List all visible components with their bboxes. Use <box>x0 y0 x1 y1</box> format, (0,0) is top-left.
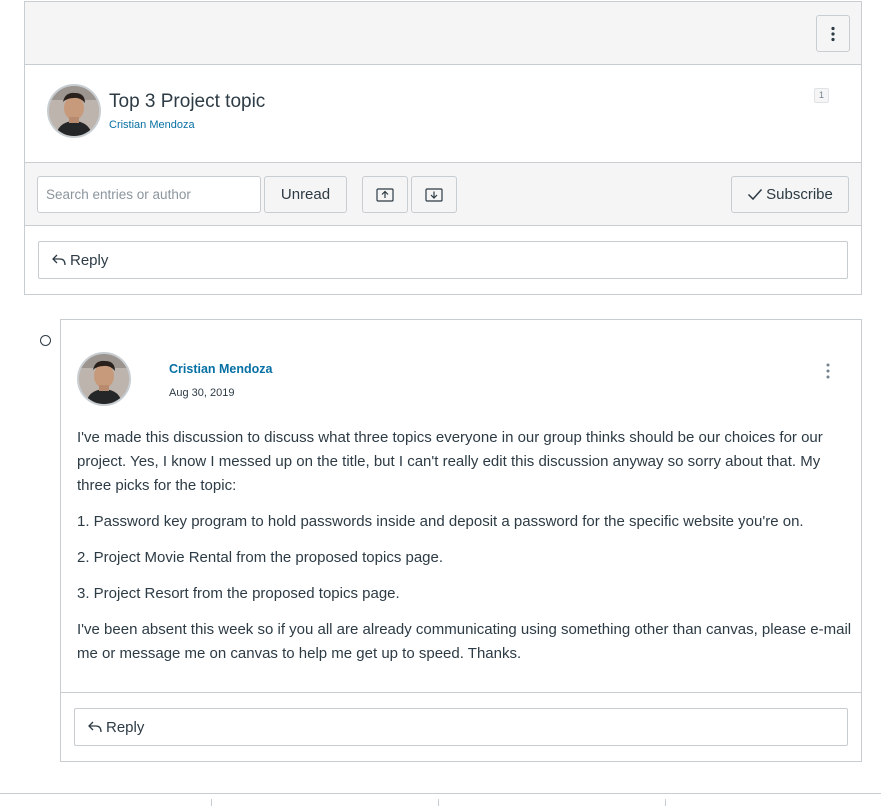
expand-replies-button[interactable] <box>411 176 457 213</box>
entry-paragraph: 2. Project Movie Rental from the propose… <box>77 549 444 566</box>
topic-author-avatar[interactable] <box>47 84 101 138</box>
entry-date: Aug 30, 2019 <box>169 387 235 399</box>
entry-paragraph: I've been absent this week so if you all… <box>77 621 852 662</box>
reply-arrow-icon <box>52 254 66 266</box>
discussion-topic-card: Top 3 Project topic Cristian Mendoza 1 U… <box>24 1 862 295</box>
topic-author-link[interactable]: Cristian Mendoza <box>109 119 195 131</box>
arrow-up-box-icon <box>376 187 394 202</box>
footer-column-divider <box>211 799 212 806</box>
discussion-toolbar: Unread Subscribe <box>25 162 861 226</box>
entry-reply-button[interactable]: Reply <box>74 708 848 746</box>
footer-column-divider <box>665 799 666 806</box>
collapse-replies-button[interactable] <box>362 176 408 213</box>
reply-count-badge: 1 <box>814 88 829 103</box>
kebab-vertical-icon <box>826 363 830 379</box>
topic-title: Top 3 Project topic <box>109 91 266 112</box>
entry-paragraph: 3. Project Resort from the proposed topi… <box>77 585 400 602</box>
unread-button[interactable]: Unread <box>264 176 347 213</box>
unread-indicator[interactable] <box>40 335 51 346</box>
reply-arrow-icon <box>88 721 102 733</box>
topic-more-options-button[interactable] <box>816 15 850 52</box>
entry-author-avatar[interactable] <box>77 352 131 406</box>
subscribe-button[interactable]: Subscribe <box>731 176 849 213</box>
topic-header-bar <box>25 2 861 65</box>
entry-message: I've made this discussion to discuss wha… <box>77 426 853 678</box>
entry-reply-label: Reply <box>106 718 145 736</box>
check-icon <box>748 188 763 201</box>
entry-more-options-button[interactable] <box>823 362 833 380</box>
arrow-down-box-icon <box>425 187 443 202</box>
discussion-entry: Cristian Mendoza Aug 30, 2019 I've made … <box>60 319 862 762</box>
search-entries-input[interactable] <box>37 176 261 213</box>
topic-reply-label: Reply <box>70 251 109 269</box>
entry-author-link[interactable]: Cristian Mendoza <box>169 362 273 376</box>
subscribe-label: Subscribe <box>766 186 833 203</box>
entry-footer: Reply <box>61 692 861 761</box>
avatar-photo <box>79 354 129 404</box>
avatar-photo <box>49 86 99 136</box>
topic-reply-button[interactable]: Reply <box>38 241 848 279</box>
entry-paragraph: I've made this discussion to discuss wha… <box>77 429 823 494</box>
kebab-vertical-icon <box>831 26 835 41</box>
footer-column-divider <box>438 799 439 806</box>
entry-paragraph: 1. Password key program to hold password… <box>77 513 804 530</box>
footer-divider <box>0 793 881 794</box>
